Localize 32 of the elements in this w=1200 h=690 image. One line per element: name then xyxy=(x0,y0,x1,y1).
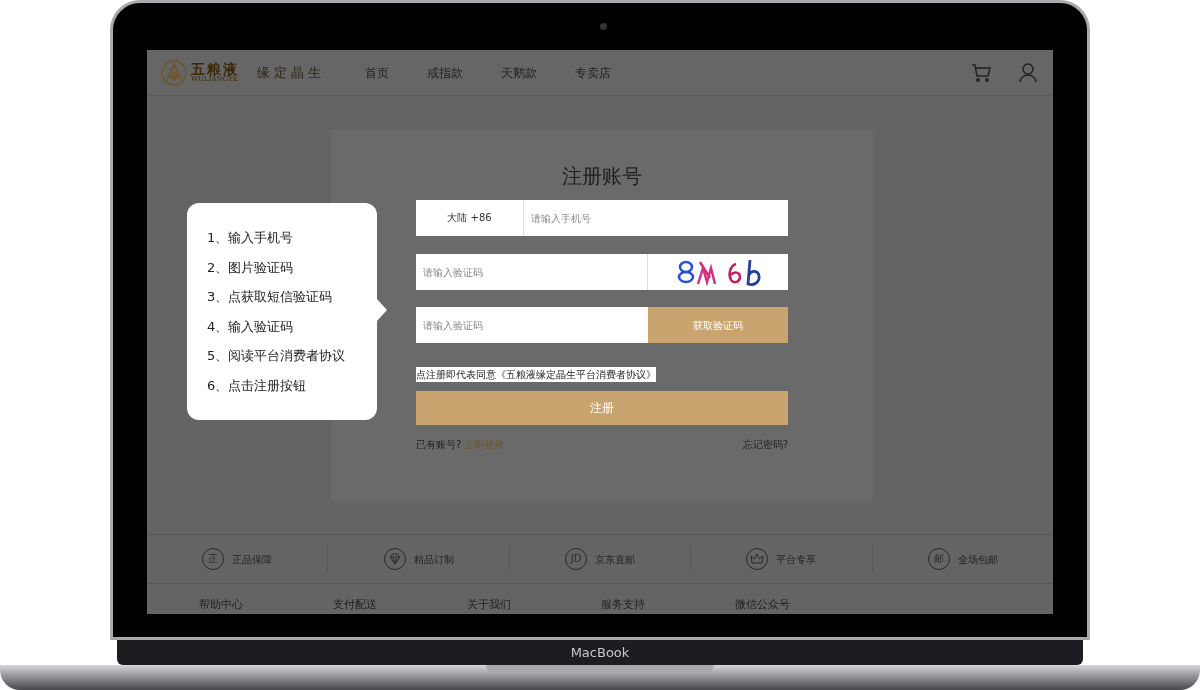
country-code[interactable]: 大陆 +86 xyxy=(416,200,524,236)
user-icon[interactable] xyxy=(1019,62,1037,83)
step-text: 6、点击注册按钮 xyxy=(207,376,308,395)
nav-link[interactable]: 戒指款 xyxy=(427,63,463,82)
device-label: MacBook xyxy=(570,646,630,659)
sms-code-input-field[interactable]: 请输入验证码 xyxy=(416,307,648,343)
captcha-image[interactable] xyxy=(648,254,788,290)
nav-link[interactable]: 首页 xyxy=(365,63,389,82)
register-button[interactable]: 注册 xyxy=(416,391,788,425)
brand-slogan: 缘定晶生 xyxy=(257,63,325,82)
captcha-input-field[interactable]: 请输入验证码 xyxy=(416,254,648,290)
step-text: 5、阅读平台消费者协议 xyxy=(207,347,347,365)
brand-name: 五粮液 xyxy=(191,62,239,76)
form-title: 注册账号 xyxy=(562,166,642,186)
footer-heading: 支付配送 xyxy=(333,599,378,610)
step-text: 1、输入手机号 xyxy=(207,229,295,247)
footer-heading: 帮助中心 xyxy=(199,599,244,610)
step-text: 3、点获取短信验证码 xyxy=(207,288,334,306)
step-text: 2、图片验证码 xyxy=(207,258,295,277)
camera-icon xyxy=(600,23,607,30)
step-text: 4、输入验证码 xyxy=(207,317,295,336)
get-code-button[interactable]: 获取验证码 xyxy=(648,307,788,343)
nav-link[interactable]: 专卖店 xyxy=(575,63,611,82)
login-prompt: 已有账号? xyxy=(416,438,462,452)
brand-emblem-icon xyxy=(161,59,187,86)
phone-field[interactable]: 大陆 +86 请输入手机号 xyxy=(416,200,788,236)
nav-link[interactable]: 天鹅款 xyxy=(501,63,537,82)
footer-heading: 服务支持 xyxy=(601,599,646,610)
agreement-text[interactable]: 点注册即代表同意《五粮液缘定晶生平台消费者协议》 xyxy=(416,367,656,382)
cart-icon[interactable] xyxy=(971,63,991,82)
crown-icon xyxy=(746,548,769,570)
footer-heading: 关于我们 xyxy=(467,599,512,610)
